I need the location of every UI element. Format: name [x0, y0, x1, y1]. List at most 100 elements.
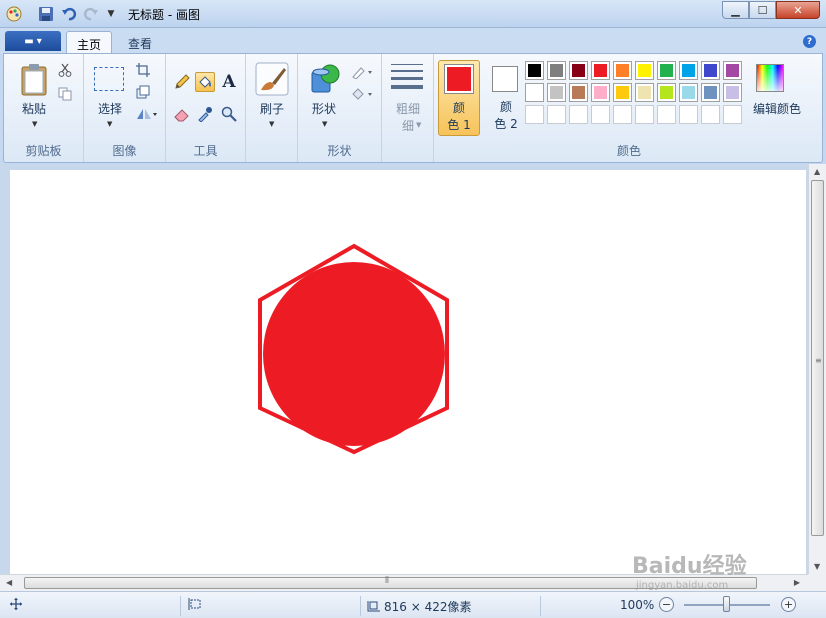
palette-swatch[interactable]	[547, 61, 566, 80]
zoom-slider-thumb[interactable]	[723, 596, 730, 612]
resize-icon[interactable]	[133, 82, 153, 102]
status-separator	[360, 596, 361, 616]
palette-swatch[interactable]	[657, 61, 676, 80]
palette-swatch[interactable]	[547, 105, 566, 124]
pencil-icon[interactable]	[172, 72, 192, 92]
palette-swatch[interactable]	[657, 83, 676, 102]
paint-menu-button[interactable]: ▬ ▾	[5, 31, 61, 51]
palette-swatch[interactable]	[679, 61, 698, 80]
canvas-size: 816 × 422像素	[366, 598, 472, 615]
select-button[interactable]	[94, 67, 124, 91]
close-icon: ✕	[793, 3, 803, 17]
zoom-in-button[interactable]: +	[781, 597, 796, 612]
select-label: 选择	[97, 102, 122, 116]
palette-swatch-color	[682, 86, 695, 99]
palette-swatch[interactable]	[723, 61, 742, 80]
cut-icon[interactable]	[55, 60, 75, 80]
palette-swatch-color	[550, 86, 563, 99]
palette-swatch[interactable]	[635, 61, 654, 80]
palette-swatch[interactable]	[591, 61, 610, 80]
status-separator	[540, 596, 541, 616]
edit-colors-button[interactable]: 编辑颜色	[746, 60, 806, 120]
customize-toolbar-dropdown-icon[interactable]: ▼	[102, 5, 120, 23]
select-dropdown-icon[interactable]: ▼	[107, 120, 112, 128]
crop-icon[interactable]	[133, 60, 153, 80]
palette-swatch[interactable]	[701, 105, 720, 124]
close-button[interactable]: ✕	[776, 1, 820, 19]
rotate-icon[interactable]	[133, 104, 159, 124]
minimize-button[interactable]: ▁	[722, 1, 749, 19]
chevron-down-icon: ▾	[36, 35, 42, 47]
redo-icon[interactable]	[82, 5, 100, 23]
palette-swatch[interactable]	[723, 105, 742, 124]
tab-view[interactable]: 查看	[118, 31, 162, 55]
magnifier-icon[interactable]	[219, 104, 239, 124]
shapes-dropdown-icon[interactable]: ▼	[322, 120, 327, 128]
watermark-url: jingyan.baidu.com	[636, 580, 729, 591]
palette-swatch[interactable]	[525, 61, 544, 80]
paint-app-icon[interactable]	[5, 5, 23, 23]
color1-label-line2: 色 1	[447, 118, 471, 132]
scroll-left-icon[interactable]: ◀	[6, 578, 12, 587]
color2-button[interactable]: 颜 色 2	[486, 60, 528, 136]
palette-swatch[interactable]	[525, 83, 544, 102]
palette-swatch[interactable]	[613, 61, 632, 80]
palette-swatch[interactable]	[525, 105, 544, 124]
palette-swatch-color	[726, 108, 739, 121]
zoom-level: 100%	[620, 598, 655, 612]
shapes-icon	[311, 64, 340, 93]
text-tool-icon[interactable]: A	[219, 72, 239, 92]
color1-button[interactable]: 颜 色 1	[438, 60, 480, 136]
vertical-scrollbar[interactable]: ▲ ≡ ▼	[808, 164, 826, 574]
palette-swatch[interactable]	[635, 83, 654, 102]
palette-swatch[interactable]	[701, 61, 720, 80]
brushes-dropdown-icon[interactable]: ▼	[269, 120, 274, 128]
scroll-up-icon[interactable]: ▲	[814, 167, 820, 176]
scroll-down-icon[interactable]: ▼	[814, 562, 820, 571]
maximize-button[interactable]: ☐	[749, 1, 776, 19]
palette-swatch-color	[616, 64, 629, 77]
color-picker-icon[interactable]	[195, 104, 215, 124]
palette-swatch[interactable]	[635, 105, 654, 124]
palette-swatch[interactable]	[569, 105, 588, 124]
copy-icon[interactable]	[55, 84, 75, 104]
palette-swatch[interactable]	[613, 105, 632, 124]
paste-dropdown-icon[interactable]: ▼	[32, 120, 37, 128]
brush-icon	[255, 62, 289, 96]
palette-swatch-color	[638, 64, 651, 77]
size-group[interactable]: 粗细 细 ▼	[382, 54, 434, 162]
ribbon-tab-row: ▬ ▾ 主页 查看 ?	[0, 28, 826, 55]
palette-swatch[interactable]	[591, 105, 610, 124]
outline-icon[interactable]	[350, 62, 376, 82]
brushes-group: 刷子 ▼	[246, 54, 298, 162]
shapes-button[interactable]	[308, 62, 342, 99]
fill-bucket-icon[interactable]	[195, 72, 215, 92]
help-icon[interactable]: ?	[803, 35, 816, 48]
eraser-icon[interactable]	[172, 104, 192, 124]
palette-swatch[interactable]	[591, 83, 610, 102]
zoom-out-button[interactable]: −	[659, 597, 674, 612]
vertical-scroll-thumb[interactable]: ≡	[811, 180, 824, 536]
undo-icon[interactable]	[60, 5, 78, 23]
shapes-group: 形状 ▼ 形状	[298, 54, 382, 162]
palette-swatch[interactable]	[679, 105, 698, 124]
palette-swatch[interactable]	[569, 83, 588, 102]
tab-home[interactable]: 主页	[66, 31, 113, 55]
palette-swatch[interactable]	[613, 83, 632, 102]
brushes-button[interactable]	[255, 62, 289, 99]
scroll-right-icon[interactable]: ▶	[794, 578, 800, 587]
palette-swatch[interactable]	[723, 83, 742, 102]
canvas-size-icon	[367, 600, 380, 611]
drawing-canvas[interactable]	[10, 170, 806, 574]
palette-swatch[interactable]	[701, 83, 720, 102]
palette-swatch[interactable]	[569, 61, 588, 80]
color2-fill	[495, 69, 515, 89]
canvas-area	[0, 164, 808, 574]
fill-icon[interactable]	[350, 84, 376, 104]
palette-swatch[interactable]	[679, 83, 698, 102]
palette-swatch[interactable]	[657, 105, 676, 124]
save-icon[interactable]	[37, 5, 55, 23]
palette-swatch-color	[550, 64, 563, 77]
paste-button[interactable]	[20, 62, 48, 99]
palette-swatch[interactable]	[547, 83, 566, 102]
